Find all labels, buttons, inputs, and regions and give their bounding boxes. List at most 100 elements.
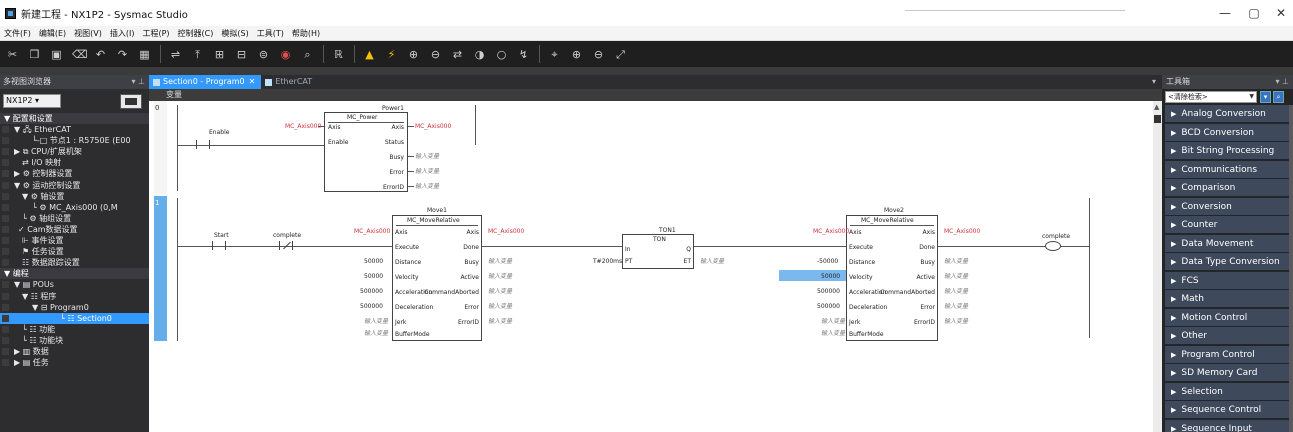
variables-bar[interactable]: 变量 [149, 89, 1162, 101]
toolbox-category[interactable]: ▶ Sequence Control [1165, 401, 1289, 419]
search-icon[interactable]: ⌕ [1273, 91, 1284, 103]
tree-item[interactable]: ▶ ▤ 任务 [0, 357, 149, 368]
monitor-icon[interactable]: ◉ [279, 48, 292, 61]
toolbox-category[interactable]: ▶ Motion Control [1165, 308, 1289, 327]
step-icon[interactable]: ↯ [517, 48, 530, 61]
contact-complete-nc[interactable] [279, 241, 293, 250]
input-variable[interactable]: MC_Axis000 [354, 228, 390, 235]
placeholder[interactable]: 输入变量 [821, 318, 845, 325]
pin-icon[interactable]: ▾ ⊥ [1275, 75, 1289, 89]
toolbox-category[interactable]: ▶ Counter [1165, 216, 1289, 234]
sync-icon[interactable]: ⇌ [169, 48, 182, 61]
copy-icon[interactable]: ❐ [28, 48, 41, 61]
tree-item[interactable]: ▶ ▥ 数据 [0, 346, 149, 357]
minimize-button[interactable]: — [1218, 6, 1232, 20]
ladder-editor[interactable]: 0 1 Enable Power1 MC_Power Axis Enable A… [149, 101, 1153, 432]
editor-tab[interactable]: Section0 - Program0 ✕ [149, 75, 262, 89]
input-variable[interactable]: MC_Axis000 [813, 228, 849, 235]
ton-timer-block[interactable]: TON In PT Q ET [622, 234, 694, 269]
tree-item[interactable]: └ ☷ Section0 [0, 312, 149, 324]
build-icon[interactable]: ▦ [138, 48, 151, 61]
off-icon[interactable]: ○ [495, 48, 508, 61]
tree-item[interactable]: ⊩ 事件设置 [0, 235, 149, 246]
placeholder[interactable]: 输入变量 [415, 183, 439, 190]
contact-start[interactable] [212, 241, 226, 250]
placeholder[interactable]: 输入变量 [488, 288, 512, 295]
tree-item[interactable]: └ ⚙ MC_Axis000 (0,M [0, 202, 149, 213]
transfer-icon[interactable]: ⤒ [191, 48, 204, 61]
toolbox-search-select[interactable]: <清除检索> [1165, 91, 1257, 103]
toolbox-category[interactable]: ▶ Communications [1165, 160, 1289, 179]
tree-item[interactable]: ⇄ I/O 映射 [0, 157, 149, 168]
toolbox-category[interactable]: ▶ Bit String Processing [1165, 142, 1289, 160]
input-value[interactable]: 500000 [360, 303, 383, 310]
cut-icon[interactable]: ✂ [6, 48, 19, 61]
mc-moverelative-block-1[interactable]: MC_MoveRelative Axis Execute Distance Ve… [392, 215, 482, 341]
tree-section[interactable]: ▼ 配置和设置 [0, 113, 149, 125]
tree-item[interactable]: └-□ 节点1 : R5750E (E00 [0, 135, 149, 146]
menu-item[interactable]: 编辑(E) [39, 28, 66, 39]
toolbox-category[interactable]: ▶ Program Control [1165, 345, 1289, 364]
force-icon[interactable]: ⚡ [385, 48, 398, 61]
tree-item[interactable]: ▼ ⚙ 轴设置 [0, 191, 149, 202]
delete-icon[interactable]: ⌫ [72, 48, 88, 61]
zoom-fit-icon[interactable]: ⤢ [614, 48, 627, 61]
pt-value[interactable]: T#200ms [593, 258, 622, 265]
tree-item[interactable]: ⚑ 任务设置 [0, 246, 149, 257]
toolbox-category[interactable]: ▶ SD Memory Card [1165, 364, 1289, 382]
placeholder[interactable]: 输入变量 [944, 258, 968, 265]
toolbox-category[interactable]: ▶ BCD Conversion [1165, 123, 1289, 142]
tree-item[interactable]: └ ⚙ 轴组设置 [0, 213, 149, 224]
input-value[interactable]: 500000 [817, 303, 840, 310]
input-value[interactable]: 50000 [364, 273, 383, 280]
editor-tab[interactable]: EtherCAT [261, 75, 318, 89]
maximize-button[interactable]: ▢ [1247, 6, 1261, 20]
editor-scrollbar[interactable]: ▲ [1153, 101, 1162, 432]
toolbox-category[interactable]: ▶ Conversion [1165, 197, 1289, 216]
input-variable[interactable]: MC_Axis000 [285, 123, 321, 130]
tree-item[interactable]: ▼ ⊟ Program0 [0, 302, 149, 313]
placeholder[interactable]: 输入变量 [944, 303, 968, 310]
menu-item[interactable]: 帮助(H) [292, 28, 320, 39]
tree-item[interactable]: ▶ ⚙ 控制器设置 [0, 168, 149, 179]
set-icon[interactable]: ⊕ [407, 48, 420, 61]
toolbox-category[interactable]: ▶ Comparison [1165, 179, 1289, 197]
contact-enable[interactable] [196, 140, 210, 149]
tree-item[interactable]: ▼ ▤ POUs [0, 279, 149, 290]
cross-ref-icon[interactable]: ⌖ [548, 48, 561, 61]
rung-1-gutter[interactable]: 1 [154, 196, 167, 341]
placeholder[interactable]: 输入变量 [944, 273, 968, 280]
offline-icon[interactable]: ⊟ [235, 48, 248, 61]
menu-item[interactable]: 控制器(C) [178, 28, 214, 39]
input-value[interactable]: -50000 [817, 258, 838, 265]
output-variable[interactable]: MC_Axis000 [944, 228, 980, 235]
rung-0-gutter[interactable]: 0 [154, 101, 167, 195]
mc-moverelative-block-2[interactable]: MC_MoveRelative Axis Execute Distance Ve… [846, 215, 938, 341]
pin-icon[interactable]: ▾ ⊥ [131, 75, 145, 89]
toolbox-category[interactable]: ▶ Other [1165, 327, 1289, 345]
tree-item[interactable]: ▶ ⧉ CPU/扩展机架 [0, 146, 149, 157]
menu-item[interactable]: 文件(F) [4, 28, 31, 39]
toggle-icon[interactable]: ⇄ [451, 48, 464, 61]
toolbox-scrollbar[interactable] [1289, 105, 1293, 432]
program-icon[interactable]: ℝ [332, 48, 345, 61]
zoom-out-icon[interactable]: ⊖ [592, 48, 605, 61]
menu-item[interactable]: 插入(I) [110, 28, 135, 39]
compare-icon[interactable]: ⊜ [257, 48, 270, 61]
placeholder[interactable]: 输入变量 [700, 258, 724, 265]
input-value[interactable]: 50000 [364, 258, 383, 265]
toolbox-category[interactable]: ▶ Data Type Conversion [1165, 253, 1289, 271]
placeholder[interactable]: 输入变量 [488, 303, 512, 310]
undo-icon[interactable]: ↶ [94, 48, 107, 61]
warning-icon[interactable]: ▲ [363, 48, 376, 61]
tree-item[interactable]: ▼ 🖧 EtherCAT [0, 124, 149, 135]
zoom-in-icon[interactable]: ⊕ [570, 48, 583, 61]
title-search-box[interactable] [905, 10, 1125, 11]
scrollbar-thumb[interactable] [1154, 115, 1161, 123]
menu-item[interactable]: 工具(T) [257, 28, 284, 39]
toolbox-category[interactable]: ▶ Analog Conversion [1165, 105, 1289, 123]
input-value[interactable]: 50000 [821, 273, 840, 280]
on-icon[interactable]: ◑ [473, 48, 486, 61]
tree-item[interactable]: └ ☷ 功能 [0, 324, 149, 335]
placeholder[interactable]: 输入变量 [488, 258, 512, 265]
